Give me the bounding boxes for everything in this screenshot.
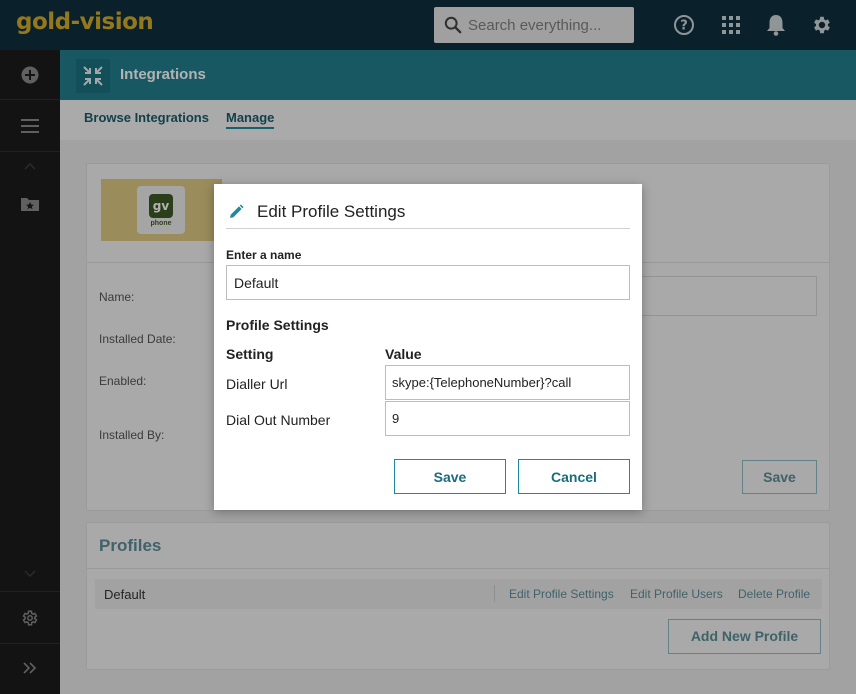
setting-label-dialler-url: Dialler Url <box>226 376 288 392</box>
dial-out-number-input[interactable] <box>385 401 630 436</box>
name-label: Enter a name <box>226 248 302 262</box>
setting-label-dial-out-number: Dial Out Number <box>226 412 331 428</box>
pencil-icon <box>230 204 244 218</box>
setting-column-header: Setting <box>226 346 274 362</box>
value-column-header: Value <box>385 346 422 362</box>
dialler-url-input[interactable] <box>385 365 630 400</box>
dialog-divider <box>226 228 630 229</box>
edit-profile-settings-dialog: Edit Profile Settings Enter a name Profi… <box>214 184 642 510</box>
save-button[interactable]: Save <box>394 459 506 494</box>
cancel-button[interactable]: Cancel <box>518 459 630 494</box>
profile-settings-heading: Profile Settings <box>226 317 329 333</box>
dialog-title: Edit Profile Settings <box>257 202 406 221</box>
profile-name-input[interactable] <box>226 265 630 300</box>
